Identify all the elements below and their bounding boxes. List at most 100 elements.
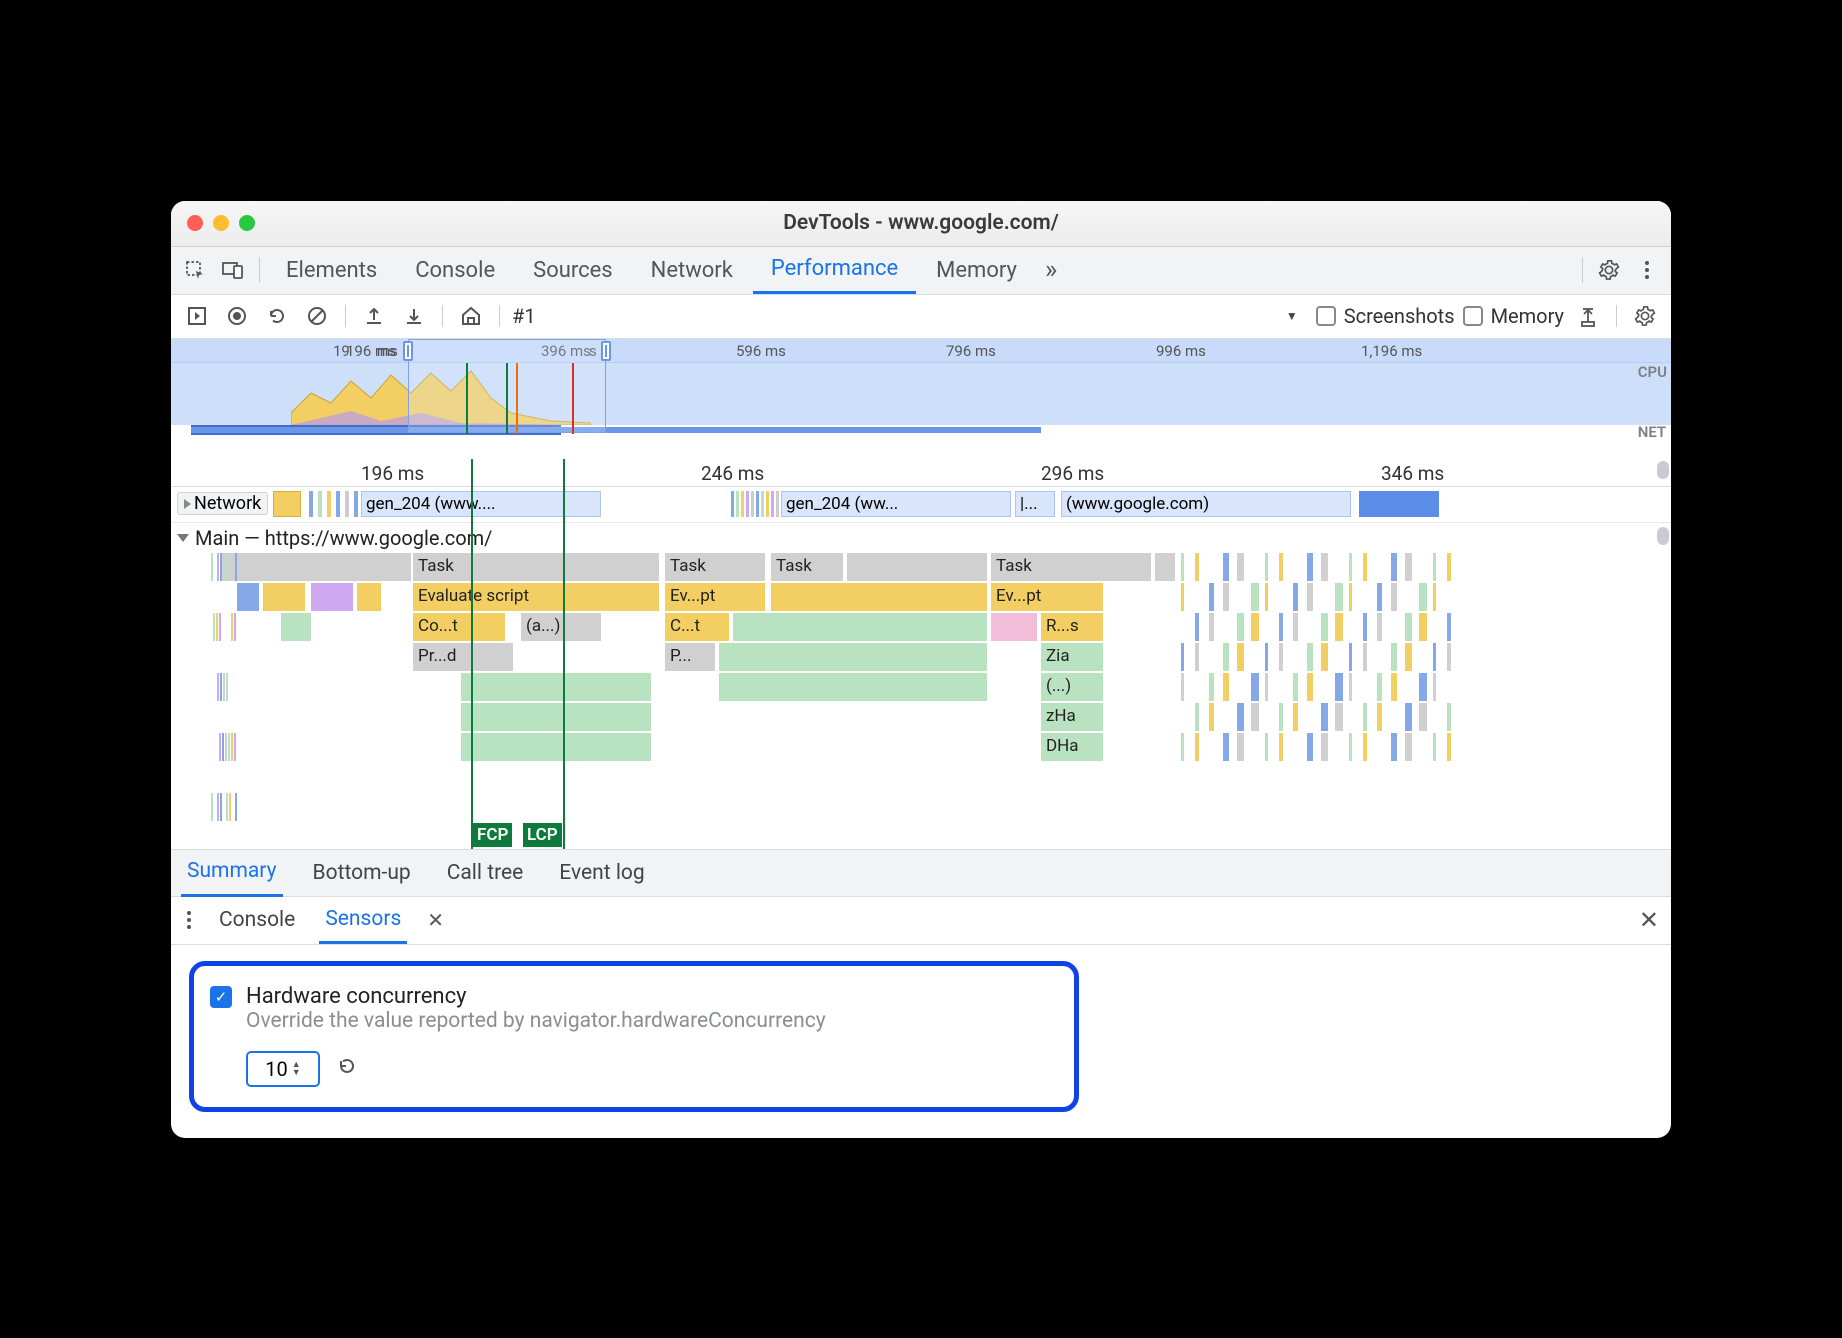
flame-segment[interactable]: Task	[771, 553, 843, 581]
net-request[interactable]: gen_204 (ww...	[781, 491, 1011, 517]
fcp-marker[interactable]: FCP	[473, 823, 512, 847]
flame-segment[interactable]	[771, 583, 987, 611]
reset-icon[interactable]	[336, 1055, 358, 1083]
home-button[interactable]	[455, 300, 487, 332]
download-button[interactable]	[398, 300, 430, 332]
flame-segment[interactable]	[281, 613, 311, 641]
flame-segment[interactable]: Task	[665, 553, 765, 581]
flame-segment[interactable]: P...	[665, 643, 715, 671]
flame-segment[interactable]: Task	[413, 553, 659, 581]
memory-checkbox[interactable]: Memory	[1463, 304, 1564, 328]
flame-segment[interactable]: R...s	[1041, 613, 1103, 641]
flame-segment[interactable]: Ev...pt	[991, 583, 1103, 611]
flame-segment[interactable]	[719, 643, 987, 671]
network-track[interactable]: Network gen_204 (www.... gen_204 (ww...|.…	[171, 487, 1671, 523]
overview-tick: 596 ms	[736, 342, 786, 360]
flame-segment[interactable]: (a...)	[521, 613, 601, 641]
flame-segment[interactable]: C...t	[665, 613, 729, 641]
flame-segment[interactable]	[237, 583, 259, 611]
flame-segment[interactable]	[1155, 553, 1175, 581]
flame-segment[interactable]	[461, 703, 651, 731]
close-tab-icon[interactable]: ✕	[427, 908, 444, 932]
overview-handle-left[interactable]	[403, 341, 413, 361]
net-request[interactable]: gen_204 (www....	[361, 491, 601, 517]
net-request[interactable]: (www.google.com)	[1061, 491, 1351, 517]
perf-settings-icon[interactable]	[1629, 300, 1661, 332]
tab-performance[interactable]: Performance	[753, 246, 916, 294]
drawer-tabs: Console Sensors ✕ ✕	[171, 897, 1671, 945]
flame-segment[interactable]	[221, 553, 411, 581]
upload-button[interactable]	[358, 300, 390, 332]
scroll-thumb[interactable]	[1657, 527, 1669, 545]
overview-handle-right[interactable]	[601, 341, 611, 361]
tab-event-log[interactable]: Event log	[553, 849, 650, 897]
tab-network[interactable]: Network	[633, 246, 751, 294]
tabs-overflow-icon[interactable]: »	[1037, 246, 1065, 294]
tab-elements[interactable]: Elements	[268, 246, 395, 294]
stepper-icon[interactable]: ▲▼	[292, 1061, 301, 1077]
tab-bottom-up[interactable]: Bottom-up	[307, 849, 417, 897]
flame-segment[interactable]: DHa	[1041, 733, 1103, 761]
flame-segment[interactable]: (...)	[1041, 673, 1103, 701]
tab-summary[interactable]: Summary	[181, 849, 283, 897]
flame-segment[interactable]: Evaluate script	[413, 583, 659, 611]
flame-segment[interactable]	[991, 613, 1037, 641]
checkbox-icon	[1463, 306, 1483, 326]
flame-segment[interactable]	[357, 583, 381, 611]
screenshots-checkbox[interactable]: Screenshots	[1316, 304, 1455, 328]
flame-segment[interactable]: Co...t	[413, 613, 505, 641]
expand-icon	[184, 499, 191, 509]
timeline-tick: 346 ms	[1381, 462, 1444, 485]
maximize-window-button[interactable]	[239, 215, 255, 231]
flame-segment[interactable]	[311, 583, 353, 611]
close-drawer-icon[interactable]: ✕	[1639, 906, 1659, 934]
minimize-window-button[interactable]	[213, 215, 229, 231]
toggle-device-icon[interactable]	[215, 252, 251, 288]
hardware-concurrency-input[interactable]: 10 ▲▼	[246, 1051, 320, 1087]
main-track-label[interactable]: Main — https://www.google.com/	[171, 523, 1671, 553]
flame-segment[interactable]	[733, 613, 987, 641]
kebab-menu-icon[interactable]	[1629, 252, 1665, 288]
performance-toolbar: #1 ▼ Screenshots Memory	[171, 295, 1671, 339]
lcp-marker[interactable]: LCP	[523, 823, 562, 847]
net-request[interactable]	[1359, 491, 1439, 517]
flame-segment[interactable]: Zia	[1041, 643, 1103, 671]
flamechart[interactable]: 196 ms246 ms296 ms346 ms Network gen_204…	[171, 459, 1671, 849]
flame-area[interactable]: TaskTaskTaskTaskEvaluate scriptEv...ptEv…	[171, 553, 1671, 849]
settings-gear-icon[interactable]	[1591, 252, 1627, 288]
drawer-tab-sensors[interactable]: Sensors	[319, 896, 407, 944]
flame-segment[interactable]	[461, 673, 651, 701]
toggle-timeline-icon[interactable]	[181, 300, 213, 332]
flame-segment[interactable]	[461, 733, 651, 761]
scroll-thumb[interactable]	[1657, 461, 1669, 479]
traffic-lights	[187, 215, 255, 231]
clear-button[interactable]	[301, 300, 333, 332]
flame-segment[interactable]	[263, 583, 305, 611]
tab-console[interactable]: Console	[397, 246, 513, 294]
tab-memory[interactable]: Memory	[918, 246, 1035, 294]
inspect-element-icon[interactable]	[177, 252, 213, 288]
close-window-button[interactable]	[187, 215, 203, 231]
drawer-menu-icon[interactable]	[183, 911, 195, 929]
flame-segment[interactable]	[847, 553, 987, 581]
tab-call-tree[interactable]: Call tree	[441, 849, 530, 897]
reload-record-button[interactable]	[261, 300, 293, 332]
network-track-label[interactable]: Network	[177, 492, 268, 515]
hardware-concurrency-checkbox[interactable]: ✓	[210, 986, 232, 1008]
flame-segment[interactable]	[719, 673, 987, 701]
tab-sources[interactable]: Sources	[515, 246, 631, 294]
overview-tick: 1,196 ms	[1361, 342, 1422, 360]
overview-strip[interactable]: 196 ms396 ms596 ms796 ms996 ms1,196 ms19…	[171, 339, 1671, 459]
net-request[interactable]	[273, 491, 301, 517]
overview-marker	[516, 363, 518, 434]
flame-segment[interactable]: zHa	[1041, 703, 1103, 731]
flame-segment[interactable]: Pr...d	[413, 643, 513, 671]
garbage-collect-icon[interactable]	[1572, 300, 1604, 332]
flame-segment[interactable]: Task	[991, 553, 1151, 581]
record-button[interactable]	[221, 300, 253, 332]
overview-marker	[466, 363, 468, 434]
flame-segment[interactable]: Ev...pt	[665, 583, 765, 611]
recording-selector[interactable]: #1 ▼	[512, 304, 1308, 328]
drawer-tab-console[interactable]: Console	[213, 896, 301, 944]
net-request[interactable]: |...	[1015, 491, 1055, 517]
